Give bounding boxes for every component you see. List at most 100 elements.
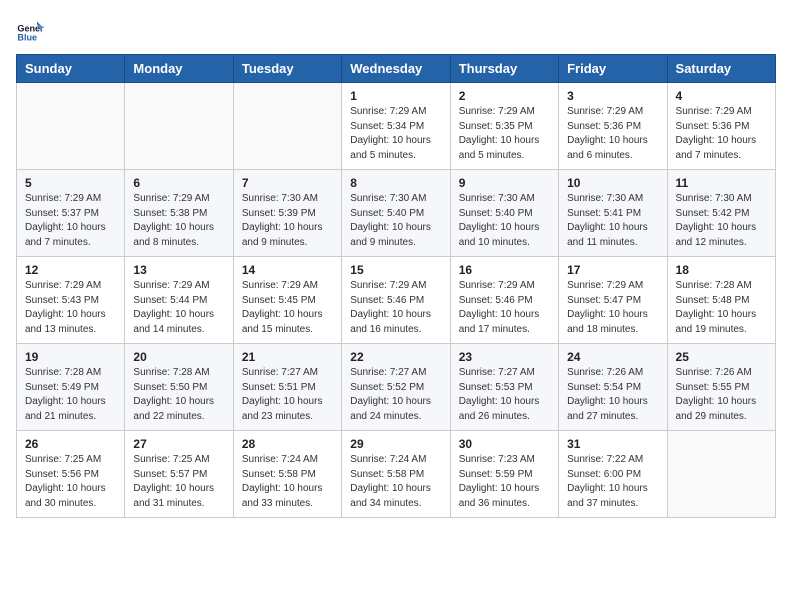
day-info: Sunrise: 7:29 AMSunset: 5:38 PMDaylight:… bbox=[133, 192, 224, 250]
day-number: 14 bbox=[242, 263, 333, 277]
day-info: Sunrise: 7:29 AMSunset: 5:34 PMDaylight:… bbox=[350, 105, 441, 163]
day-info: Sunrise: 7:29 AMSunset: 5:46 PMDaylight:… bbox=[350, 279, 441, 337]
day-info: Sunrise: 7:28 AMSunset: 5:50 PMDaylight:… bbox=[133, 366, 224, 424]
day-number: 3 bbox=[567, 89, 658, 103]
day-cell: 15 Sunrise: 7:29 AMSunset: 5:46 PMDaylig… bbox=[342, 257, 450, 344]
day-number: 1 bbox=[350, 89, 441, 103]
day-cell: 25 Sunrise: 7:26 AMSunset: 5:55 PMDaylig… bbox=[667, 344, 775, 431]
day-cell: 20 Sunrise: 7:28 AMSunset: 5:50 PMDaylig… bbox=[125, 344, 233, 431]
day-cell: 3 Sunrise: 7:29 AMSunset: 5:36 PMDayligh… bbox=[559, 83, 667, 170]
weekday-header-thursday: Thursday bbox=[450, 55, 558, 83]
day-number: 16 bbox=[459, 263, 550, 277]
day-cell: 9 Sunrise: 7:30 AMSunset: 5:40 PMDayligh… bbox=[450, 170, 558, 257]
day-number: 11 bbox=[676, 176, 767, 190]
day-number: 21 bbox=[242, 350, 333, 364]
day-info: Sunrise: 7:24 AMSunset: 5:58 PMDaylight:… bbox=[242, 453, 333, 511]
day-cell: 28 Sunrise: 7:24 AMSunset: 5:58 PMDaylig… bbox=[233, 431, 341, 518]
day-info: Sunrise: 7:29 AMSunset: 5:43 PMDaylight:… bbox=[25, 279, 116, 337]
day-cell: 12 Sunrise: 7:29 AMSunset: 5:43 PMDaylig… bbox=[17, 257, 125, 344]
day-info: Sunrise: 7:27 AMSunset: 5:52 PMDaylight:… bbox=[350, 366, 441, 424]
day-cell: 5 Sunrise: 7:29 AMSunset: 5:37 PMDayligh… bbox=[17, 170, 125, 257]
day-cell: 2 Sunrise: 7:29 AMSunset: 5:35 PMDayligh… bbox=[450, 83, 558, 170]
day-cell bbox=[17, 83, 125, 170]
weekday-header-sunday: Sunday bbox=[17, 55, 125, 83]
day-info: Sunrise: 7:30 AMSunset: 5:39 PMDaylight:… bbox=[242, 192, 333, 250]
day-info: Sunrise: 7:22 AMSunset: 6:00 PMDaylight:… bbox=[567, 453, 658, 511]
day-number: 26 bbox=[25, 437, 116, 451]
day-info: Sunrise: 7:29 AMSunset: 5:44 PMDaylight:… bbox=[133, 279, 224, 337]
day-number: 25 bbox=[676, 350, 767, 364]
day-info: Sunrise: 7:28 AMSunset: 5:49 PMDaylight:… bbox=[25, 366, 116, 424]
week-row-5: 26 Sunrise: 7:25 AMSunset: 5:56 PMDaylig… bbox=[17, 431, 776, 518]
day-info: Sunrise: 7:29 AMSunset: 5:45 PMDaylight:… bbox=[242, 279, 333, 337]
week-row-1: 1 Sunrise: 7:29 AMSunset: 5:34 PMDayligh… bbox=[17, 83, 776, 170]
day-number: 7 bbox=[242, 176, 333, 190]
day-number: 10 bbox=[567, 176, 658, 190]
day-cell bbox=[233, 83, 341, 170]
weekday-header-wednesday: Wednesday bbox=[342, 55, 450, 83]
day-cell: 19 Sunrise: 7:28 AMSunset: 5:49 PMDaylig… bbox=[17, 344, 125, 431]
logo: General Blue bbox=[16, 16, 48, 44]
day-cell: 13 Sunrise: 7:29 AMSunset: 5:44 PMDaylig… bbox=[125, 257, 233, 344]
day-info: Sunrise: 7:25 AMSunset: 5:57 PMDaylight:… bbox=[133, 453, 224, 511]
day-cell: 30 Sunrise: 7:23 AMSunset: 5:59 PMDaylig… bbox=[450, 431, 558, 518]
day-info: Sunrise: 7:24 AMSunset: 5:58 PMDaylight:… bbox=[350, 453, 441, 511]
day-info: Sunrise: 7:29 AMSunset: 5:36 PMDaylight:… bbox=[567, 105, 658, 163]
svg-text:Blue: Blue bbox=[17, 33, 37, 43]
day-number: 15 bbox=[350, 263, 441, 277]
day-number: 22 bbox=[350, 350, 441, 364]
day-number: 23 bbox=[459, 350, 550, 364]
weekday-header-row: SundayMondayTuesdayWednesdayThursdayFrid… bbox=[17, 55, 776, 83]
day-cell: 4 Sunrise: 7:29 AMSunset: 5:36 PMDayligh… bbox=[667, 83, 775, 170]
weekday-header-monday: Monday bbox=[125, 55, 233, 83]
day-cell: 27 Sunrise: 7:25 AMSunset: 5:57 PMDaylig… bbox=[125, 431, 233, 518]
day-info: Sunrise: 7:26 AMSunset: 5:54 PMDaylight:… bbox=[567, 366, 658, 424]
day-number: 27 bbox=[133, 437, 224, 451]
day-number: 29 bbox=[350, 437, 441, 451]
day-info: Sunrise: 7:29 AMSunset: 5:47 PMDaylight:… bbox=[567, 279, 658, 337]
day-number: 31 bbox=[567, 437, 658, 451]
day-number: 9 bbox=[459, 176, 550, 190]
day-number: 28 bbox=[242, 437, 333, 451]
week-row-4: 19 Sunrise: 7:28 AMSunset: 5:49 PMDaylig… bbox=[17, 344, 776, 431]
day-info: Sunrise: 7:29 AMSunset: 5:46 PMDaylight:… bbox=[459, 279, 550, 337]
day-info: Sunrise: 7:30 AMSunset: 5:40 PMDaylight:… bbox=[459, 192, 550, 250]
day-info: Sunrise: 7:27 AMSunset: 5:53 PMDaylight:… bbox=[459, 366, 550, 424]
day-info: Sunrise: 7:29 AMSunset: 5:35 PMDaylight:… bbox=[459, 105, 550, 163]
day-number: 6 bbox=[133, 176, 224, 190]
day-number: 17 bbox=[567, 263, 658, 277]
day-number: 20 bbox=[133, 350, 224, 364]
day-number: 24 bbox=[567, 350, 658, 364]
day-cell: 22 Sunrise: 7:27 AMSunset: 5:52 PMDaylig… bbox=[342, 344, 450, 431]
day-info: Sunrise: 7:26 AMSunset: 5:55 PMDaylight:… bbox=[676, 366, 767, 424]
day-cell: 8 Sunrise: 7:30 AMSunset: 5:40 PMDayligh… bbox=[342, 170, 450, 257]
day-number: 19 bbox=[25, 350, 116, 364]
day-cell: 21 Sunrise: 7:27 AMSunset: 5:51 PMDaylig… bbox=[233, 344, 341, 431]
day-cell: 1 Sunrise: 7:29 AMSunset: 5:34 PMDayligh… bbox=[342, 83, 450, 170]
day-cell: 23 Sunrise: 7:27 AMSunset: 5:53 PMDaylig… bbox=[450, 344, 558, 431]
day-info: Sunrise: 7:25 AMSunset: 5:56 PMDaylight:… bbox=[25, 453, 116, 511]
day-info: Sunrise: 7:23 AMSunset: 5:59 PMDaylight:… bbox=[459, 453, 550, 511]
weekday-header-friday: Friday bbox=[559, 55, 667, 83]
weekday-header-tuesday: Tuesday bbox=[233, 55, 341, 83]
day-info: Sunrise: 7:30 AMSunset: 5:41 PMDaylight:… bbox=[567, 192, 658, 250]
day-cell bbox=[667, 431, 775, 518]
day-info: Sunrise: 7:30 AMSunset: 5:40 PMDaylight:… bbox=[350, 192, 441, 250]
day-number: 4 bbox=[676, 89, 767, 103]
day-cell: 29 Sunrise: 7:24 AMSunset: 5:58 PMDaylig… bbox=[342, 431, 450, 518]
week-row-3: 12 Sunrise: 7:29 AMSunset: 5:43 PMDaylig… bbox=[17, 257, 776, 344]
day-number: 18 bbox=[676, 263, 767, 277]
day-cell: 10 Sunrise: 7:30 AMSunset: 5:41 PMDaylig… bbox=[559, 170, 667, 257]
day-number: 12 bbox=[25, 263, 116, 277]
day-cell: 14 Sunrise: 7:29 AMSunset: 5:45 PMDaylig… bbox=[233, 257, 341, 344]
header: General Blue bbox=[16, 16, 776, 44]
day-number: 2 bbox=[459, 89, 550, 103]
weekday-header-saturday: Saturday bbox=[667, 55, 775, 83]
day-cell: 17 Sunrise: 7:29 AMSunset: 5:47 PMDaylig… bbox=[559, 257, 667, 344]
day-cell: 18 Sunrise: 7:28 AMSunset: 5:48 PMDaylig… bbox=[667, 257, 775, 344]
day-info: Sunrise: 7:29 AMSunset: 5:37 PMDaylight:… bbox=[25, 192, 116, 250]
day-cell: 31 Sunrise: 7:22 AMSunset: 6:00 PMDaylig… bbox=[559, 431, 667, 518]
day-info: Sunrise: 7:29 AMSunset: 5:36 PMDaylight:… bbox=[676, 105, 767, 163]
day-info: Sunrise: 7:30 AMSunset: 5:42 PMDaylight:… bbox=[676, 192, 767, 250]
calendar: SundayMondayTuesdayWednesdayThursdayFrid… bbox=[16, 54, 776, 518]
